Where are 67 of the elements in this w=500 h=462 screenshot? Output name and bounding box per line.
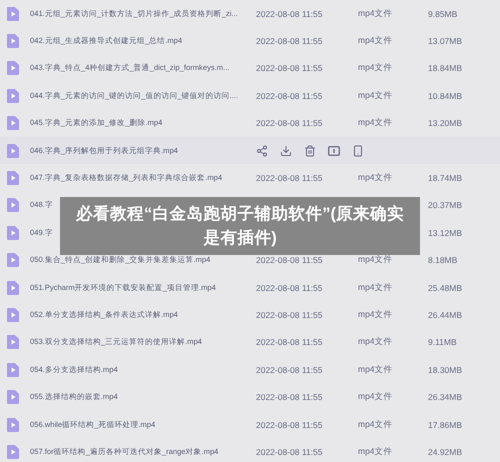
video-file-icon bbox=[7, 88, 19, 103]
video-file-icon bbox=[7, 335, 19, 350]
file-size: 20.37MB bbox=[428, 200, 464, 210]
file-size: 13.20MB bbox=[428, 118, 464, 128]
file-size: 26.44MB bbox=[428, 310, 464, 320]
video-file-icon bbox=[7, 116, 19, 130]
file-date: 2022-08-08 11:55 bbox=[256, 420, 324, 430]
info-icon[interactable] bbox=[328, 144, 340, 157]
file-type: mp4文件 bbox=[358, 308, 394, 321]
file-type: mp4文件 bbox=[358, 391, 394, 404]
file-size: 18.74MB bbox=[428, 173, 464, 184]
file-size: 13.12MB bbox=[428, 228, 464, 238]
video-file-icon bbox=[7, 390, 19, 404]
file-type: mp4文件 bbox=[358, 282, 394, 294]
video-file-icon bbox=[7, 418, 19, 432]
video-file-icon bbox=[7, 171, 19, 186]
file-type: mp4文件 bbox=[358, 336, 394, 348]
file-date: 2022-08-08 11:55 bbox=[256, 282, 324, 293]
file-type: mp4文件 bbox=[358, 254, 394, 266]
file-date: 2022-08-08 11:55 bbox=[256, 446, 324, 457]
video-file-icon bbox=[7, 226, 19, 240]
file-date: 2022-08-08 11:55 bbox=[256, 8, 324, 19]
file-type: mp4文件 bbox=[358, 172, 394, 184]
video-file-icon bbox=[7, 6, 19, 21]
phone-icon[interactable] bbox=[352, 144, 364, 157]
video-file-icon bbox=[7, 34, 19, 48]
file-date: 2022-08-08 11:55 bbox=[256, 90, 324, 101]
file-date: 2022-08-08 11:55 bbox=[256, 63, 324, 74]
file-type: mp4文件 bbox=[358, 364, 394, 376]
file-type: mp4文件 bbox=[358, 117, 394, 130]
file-size: 10.84MB bbox=[428, 90, 464, 101]
trash-icon[interactable] bbox=[304, 144, 316, 157]
file-date: 2022-08-08 11:55 bbox=[256, 255, 324, 266]
file-type: mp4文件 bbox=[358, 90, 394, 102]
file-size: 17.86MB bbox=[428, 420, 464, 430]
file-type: mp4文件 bbox=[358, 418, 394, 431]
file-size: 18.84MB bbox=[428, 63, 464, 74]
banner-text: 必看教程“白金岛跑胡子辅助软件”(原来确实是有插件) bbox=[75, 204, 405, 249]
file-date: 2022-08-08 11:55 bbox=[256, 310, 324, 320]
file-type: mp4文件 bbox=[358, 35, 394, 48]
file-size: 18.30MB bbox=[428, 364, 464, 375]
file-date: 2022-08-08 11:55 bbox=[256, 392, 324, 402]
file-size: 26.34MB bbox=[428, 392, 464, 402]
video-file-icon bbox=[7, 362, 19, 377]
file-date: 2022-08-08 11:55 bbox=[256, 118, 324, 128]
file-type: mp4文件 bbox=[358, 446, 394, 458]
file-date: 2022-08-08 11:55 bbox=[256, 337, 324, 348]
file-size: 9.11MB bbox=[428, 337, 458, 348]
file-date: 2022-08-08 11:55 bbox=[256, 173, 324, 184]
file-type: mp4文件 bbox=[358, 62, 394, 74]
download-icon[interactable] bbox=[280, 144, 292, 157]
file-size: 8.18MB bbox=[428, 255, 458, 266]
video-file-icon bbox=[7, 308, 19, 322]
file-date: 2022-08-08 11:55 bbox=[256, 36, 324, 46]
file-size: 24.92MB bbox=[428, 446, 464, 457]
video-file-icon bbox=[7, 198, 19, 212]
file-type: mp4文件 bbox=[358, 8, 394, 20]
video-file-icon bbox=[7, 61, 19, 76]
video-file-icon bbox=[7, 280, 19, 295]
share-icon[interactable] bbox=[256, 144, 268, 157]
video-file-icon bbox=[7, 144, 19, 158]
video-file-icon bbox=[7, 253, 19, 268]
file-date: 2022-08-08 11:55 bbox=[256, 364, 324, 375]
file-size: 13.07MB bbox=[428, 36, 464, 46]
video-file-icon bbox=[7, 444, 19, 459]
file-size: 9.85MB bbox=[428, 8, 458, 19]
file-size: 25.48MB bbox=[428, 282, 464, 293]
